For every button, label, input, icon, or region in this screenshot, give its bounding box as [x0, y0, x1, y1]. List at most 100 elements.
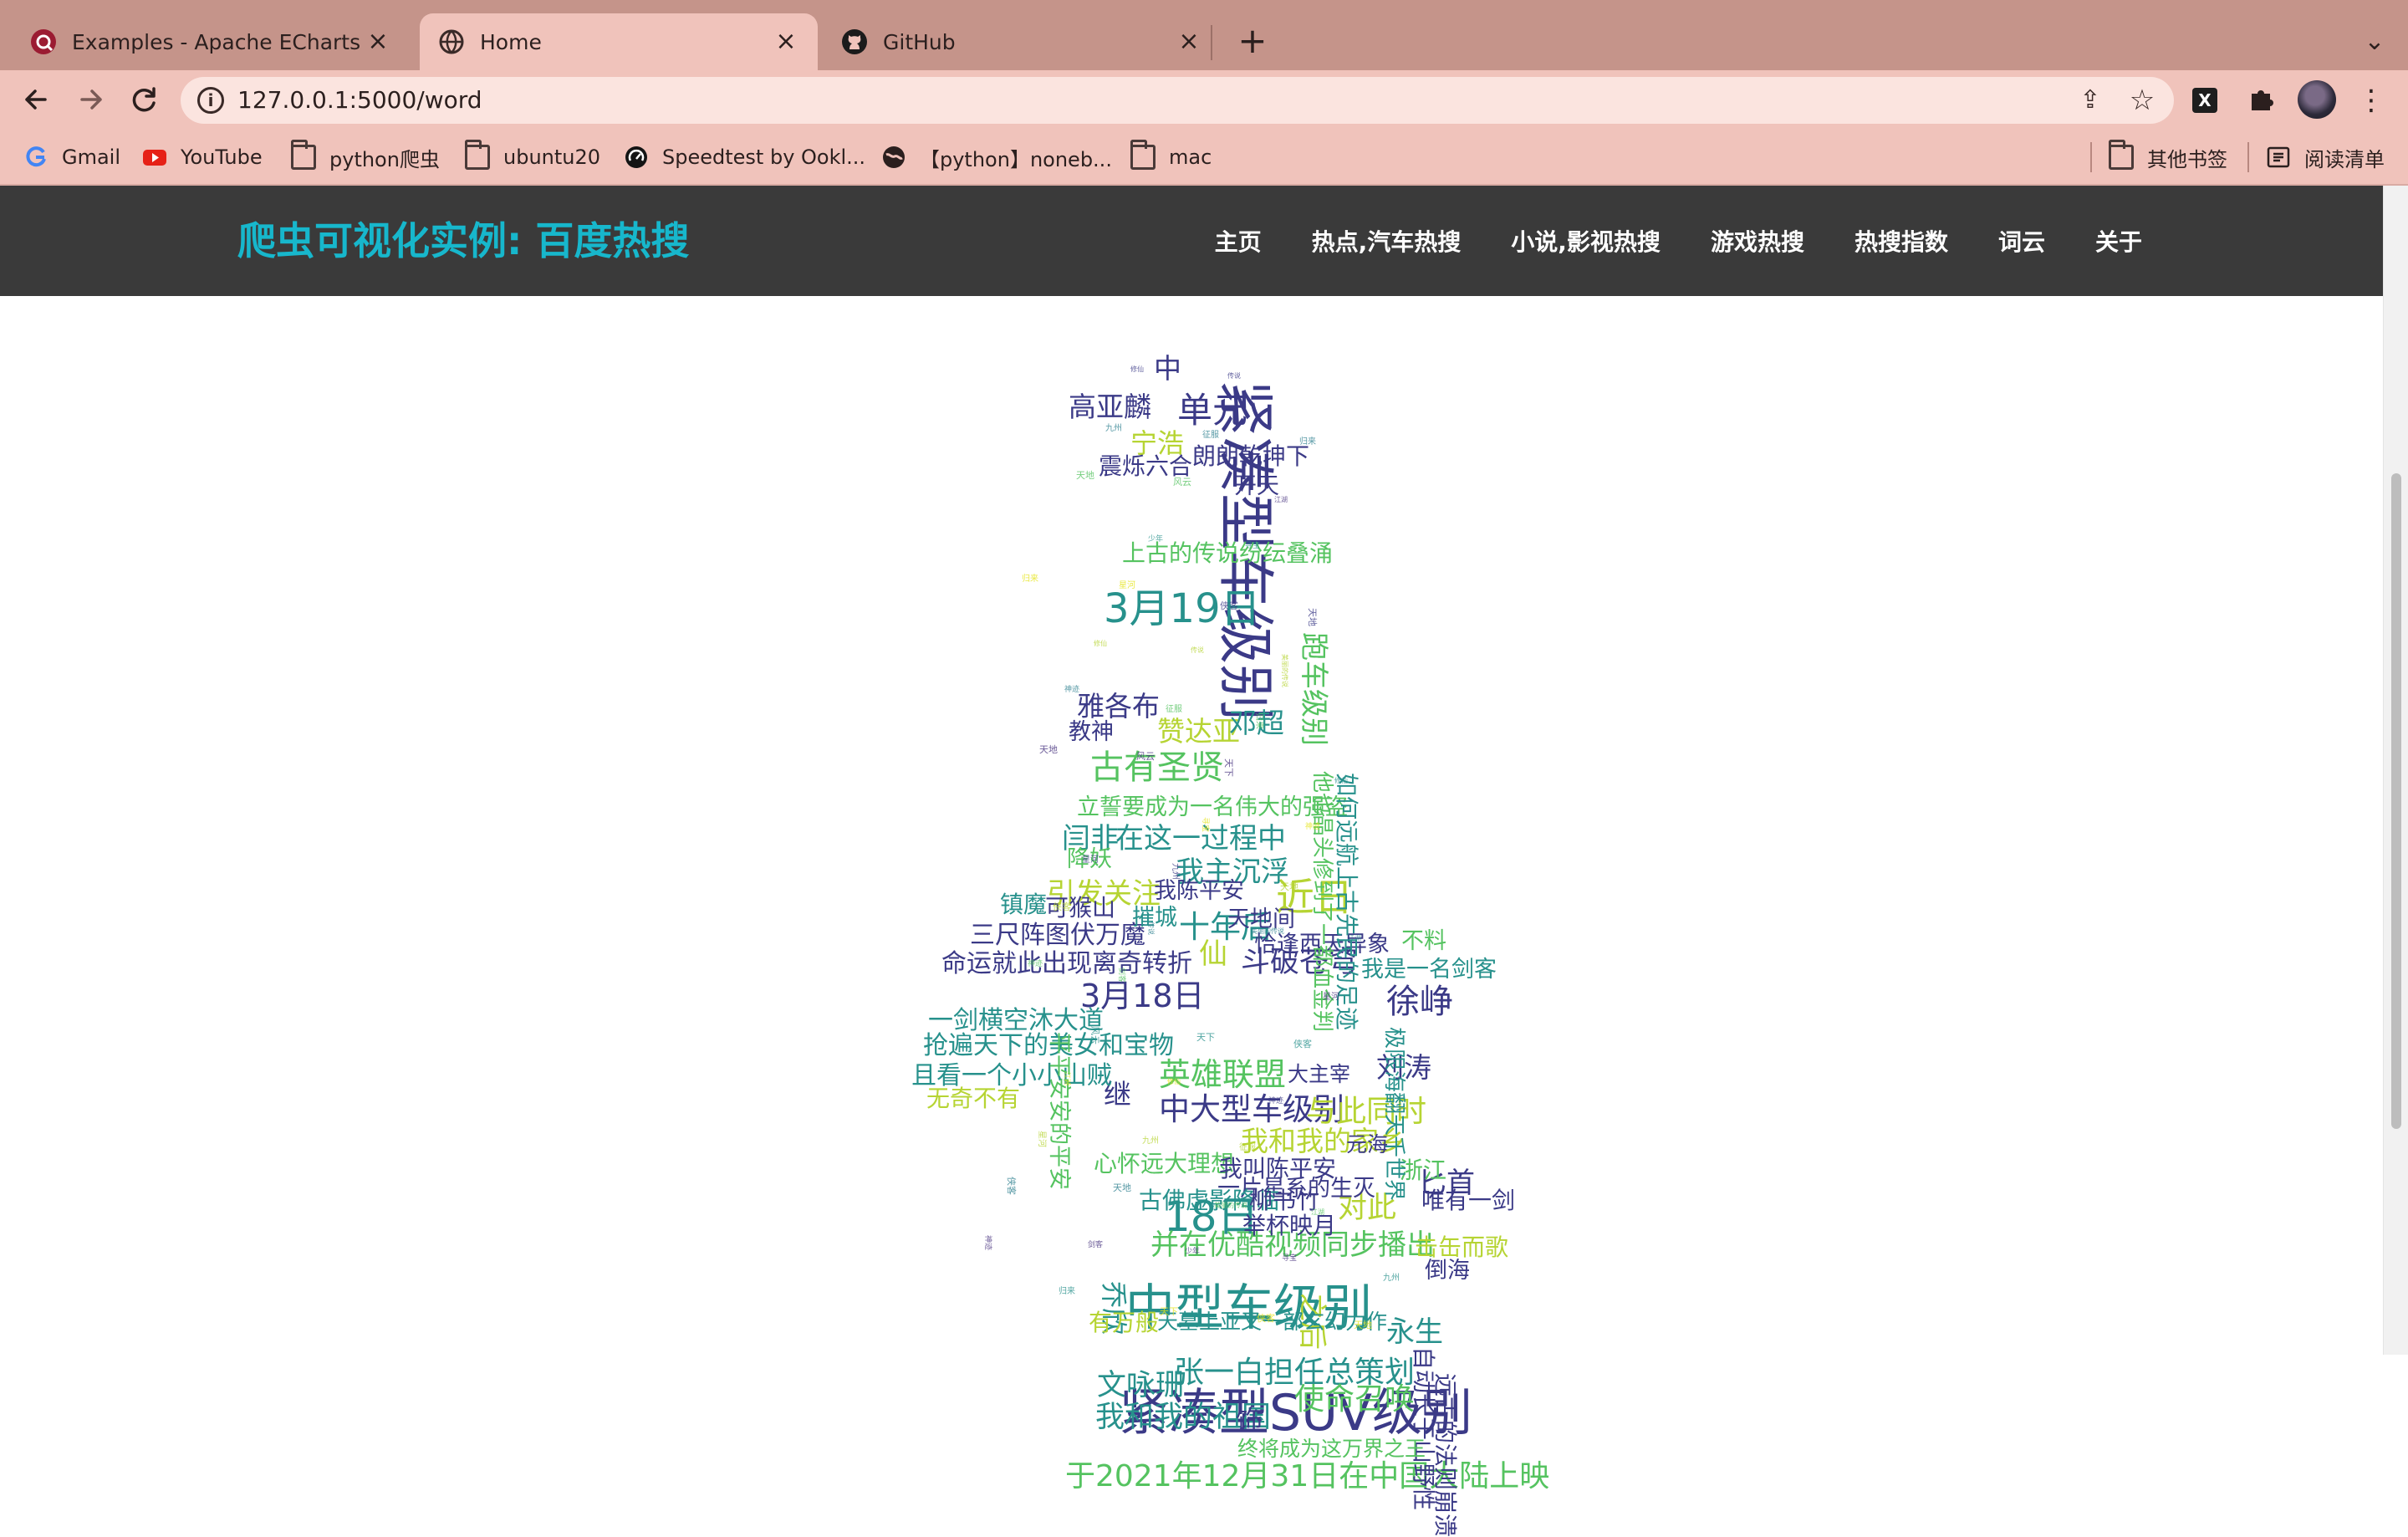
word-cloud-filler: 美丽的传说 [1214, 1202, 1247, 1209]
bookmark-youtube[interactable]: YouTube [142, 129, 263, 186]
word-cloud-term: 文咏珊 [1097, 1369, 1186, 1402]
browser-tab-strip: Examples - Apache ECharts × Home × GitHu… [0, 0, 2408, 70]
word-cloud-term: 无奇不有 [926, 1085, 1021, 1112]
folder-icon [291, 140, 316, 170]
site-nav-links: 主页 热点,汽车热搜 小说,影视热搜 游戏热搜 热搜指数 词云 关于 [1165, 186, 2142, 296]
url-text[interactable]: 127.0.0.1:5000/word [237, 77, 482, 124]
bookmark-folder-other[interactable]: 其他书签 [2109, 129, 2227, 186]
browser-menu-icon[interactable]: ⋮ [2353, 82, 2390, 119]
close-tab-icon[interactable]: × [361, 25, 395, 59]
bookmark-folder-ubuntu[interactable]: ubuntu20 [465, 129, 600, 186]
word-cloud-term: 永生 [1386, 1315, 1443, 1349]
bookmark-label: YouTube [181, 146, 263, 169]
word-cloud-filler: 天下 [1196, 1032, 1215, 1043]
speedtest-icon [625, 146, 647, 168]
word-cloud-term: 古有圣贤 [1090, 748, 1224, 787]
word-cloud-filler: 侠客 [1006, 1177, 1017, 1195]
word-cloud-filler: 传说 [1147, 922, 1155, 935]
word-cloud-filler: 天地 [1280, 881, 1298, 892]
word-cloud-filler: 剑客 [1117, 968, 1125, 983]
extension-x-icon[interactable]: X [2192, 88, 2217, 113]
tab-search-chevron-icon[interactable]: ⌄ [2351, 18, 2398, 65]
word-cloud: 紧凑型车级别 紧凑型SUV级别 中型车级别 3月19日 18日 近日 单元 古有圣贤 徐峥 中大型… [903, 319, 1549, 1537]
word-cloud-filler: 传说 [1227, 372, 1241, 380]
reading-list[interactable]: 阅读清单 [2266, 129, 2385, 186]
web-page: 爬虫可视化实例: 百度热搜 主页 热点,汽车热搜 小说,影视热搜 游戏热搜 热搜… [0, 186, 2383, 1537]
nav-link-index[interactable]: 热搜指数 [1854, 224, 1948, 258]
word-cloud-term: 开天 [1234, 473, 1279, 499]
echarts-icon [31, 29, 56, 54]
word-cloud-filler: 天下 [1160, 1306, 1178, 1317]
nav-link-hot-car[interactable]: 热点,汽车热搜 [1312, 224, 1462, 258]
word-cloud-term: 如何远航上古先民的足迹 [1333, 773, 1360, 1031]
nav-link-games[interactable]: 游戏热搜 [1711, 224, 1804, 258]
back-arrow-icon[interactable] [12, 75, 60, 124]
tab-echarts-examples[interactable]: Examples - Apache ECharts × [12, 13, 410, 70]
word-cloud-term: 上古的传说纷纭叠涌 [1122, 539, 1334, 567]
folder-icon [465, 140, 490, 170]
word-cloud-filler: 九州 [1383, 1274, 1400, 1283]
share-icon[interactable]: ⇪ [2074, 84, 2107, 117]
bookmark-separator [2247, 142, 2249, 172]
site-navbar: 爬虫可视化实例: 百度热搜 主页 热点,汽车热搜 小说,影视热搜 游戏热搜 热搜… [0, 186, 2383, 296]
word-cloud-term: 镇魔 [1000, 891, 1048, 918]
word-cloud-term: 饰 [1236, 1404, 1263, 1436]
page-scrollbar[interactable] [2383, 186, 2408, 1355]
tab-home[interactable]: Home × [420, 13, 818, 70]
tab-title: Examples - Apache ECharts [72, 29, 361, 54]
globe-icon [439, 29, 464, 54]
word-cloud-filler: 风云 [1136, 751, 1155, 762]
word-cloud-term: 徐峥 [1386, 983, 1453, 1021]
word-cloud-filler: 美丽的传说 [1251, 927, 1284, 935]
word-cloud-filler: 神迹 [1305, 823, 1321, 831]
word-cloud-term: 元海 [1346, 1132, 1389, 1157]
word-cloud-term: 浙江 [1400, 1157, 1447, 1184]
scrollbar-thumb[interactable] [2391, 473, 2401, 1129]
word-cloud-filler: 神迹 [1064, 686, 1080, 694]
word-cloud-term: 张一白担任总策划 [1174, 1356, 1416, 1390]
word-cloud-filler: 传说 [1191, 646, 1204, 654]
word-cloud-term: 极限海翻天千世界 [1381, 1027, 1406, 1202]
bookmark-label: 阅读清单 [2304, 147, 2385, 171]
extensions-puzzle-icon[interactable] [2243, 82, 2280, 119]
nav-link-novel-film[interactable]: 小说,影视热搜 [1511, 224, 1661, 258]
word-cloud-filler: 九州 [1171, 863, 1180, 880]
bookmark-python-nonebot[interactable]: 【python】noneb... [881, 129, 1112, 186]
tab-github[interactable]: GitHub × [823, 13, 1221, 70]
bookmark-speedtest[interactable]: Speedtest by Ookl... [624, 129, 865, 186]
word-cloud-filler: 星河 [1082, 855, 1099, 865]
bookmark-star-icon[interactable]: ☆ [2125, 84, 2159, 117]
bookmark-label: Speedtest by Ookl... [662, 146, 866, 169]
word-cloud-term: 摧城 [1132, 905, 1177, 931]
bookmark-label: python爬虫 [329, 147, 440, 171]
close-tab-icon[interactable]: × [769, 25, 803, 59]
word-cloud-term: 大主宰 [1288, 1062, 1351, 1086]
folder-icon [2109, 140, 2134, 170]
bookmark-folder-python[interactable]: python爬虫 [291, 129, 440, 186]
word-cloud-term: 雅各布 [1077, 690, 1160, 723]
word-cloud-term: 举杯映月 [1242, 1212, 1337, 1239]
forward-arrow-icon[interactable] [67, 75, 115, 124]
site-brand[interactable]: 爬虫可视化实例: 百度热搜 [237, 186, 689, 296]
google-icon [26, 146, 46, 167]
tab-title: GitHub [883, 29, 956, 54]
reload-icon[interactable] [120, 75, 169, 124]
profile-avatar[interactable] [2298, 80, 2336, 119]
bookmark-folder-mac[interactable]: mac [1130, 129, 1212, 186]
nav-link-about[interactable]: 关于 [2095, 224, 2142, 258]
word-cloud-filler: 归来 [1299, 437, 1316, 447]
tab-separator [1211, 25, 1212, 60]
word-cloud-filler: 侠客 [1053, 901, 1071, 912]
close-tab-icon[interactable]: × [1172, 25, 1206, 59]
bookmark-gmail[interactable]: Gmail [23, 129, 120, 186]
site-info-icon[interactable]: i [197, 87, 224, 114]
address-bar[interactable]: i 127.0.0.1:5000/word ⇪ ☆ [181, 77, 2174, 124]
new-tab-button[interactable]: + [1229, 18, 1276, 65]
word-cloud-filler: 侠客 [1257, 1313, 1275, 1324]
nav-link-home[interactable]: 主页 [1215, 224, 1262, 258]
word-cloud-filler: 天地 [1076, 470, 1094, 481]
word-cloud-term: 震烁六合 [1099, 452, 1193, 480]
youtube-icon [143, 150, 166, 166]
word-cloud-term: 单元 [1177, 390, 1248, 431]
nav-link-wordcloud[interactable]: 词云 [1998, 224, 2045, 258]
